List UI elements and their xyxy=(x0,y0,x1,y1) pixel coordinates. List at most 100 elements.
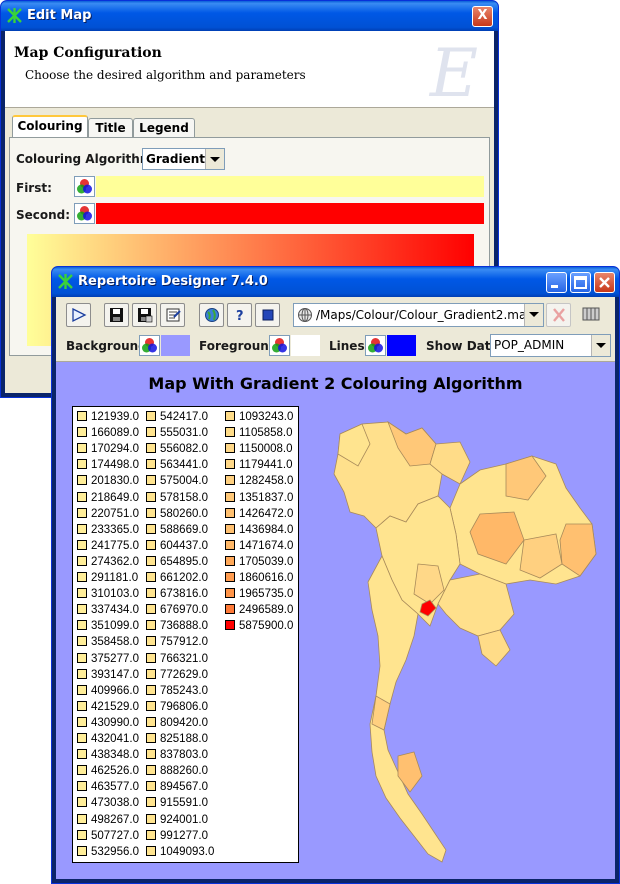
rgb-icon xyxy=(142,338,157,353)
legend-value: 580260.0 xyxy=(160,507,208,520)
help-button[interactable]: ? xyxy=(227,303,252,327)
background-color-swatch[interactable] xyxy=(161,335,190,356)
run-button[interactable] xyxy=(66,303,91,327)
properties-button[interactable] xyxy=(160,303,185,327)
legend-value: 1105858.0 xyxy=(239,427,293,440)
repertoire-client: ? /Maps/Colour/Colour_Gradient2.map Back… xyxy=(56,297,615,879)
first-color-swatch[interactable] xyxy=(96,176,484,197)
rgb-icon xyxy=(77,179,92,194)
foreground-color-picker[interactable] xyxy=(269,335,290,356)
show-data-select[interactable]: POP_ADMIN xyxy=(490,334,611,357)
map-path-select[interactable]: /Maps/Colour/Colour_Gradient2.map xyxy=(293,303,544,327)
legend-item: 121939.0 xyxy=(77,411,139,423)
legend-value: 563441.0 xyxy=(160,459,208,472)
legend-swatch xyxy=(77,765,87,776)
play-icon xyxy=(72,307,87,323)
maximize-button[interactable] xyxy=(570,272,591,293)
lines-color-swatch[interactable] xyxy=(387,335,416,356)
stop-button[interactable] xyxy=(255,303,280,327)
legend-value: 1860616.0 xyxy=(239,572,294,584)
algorithm-select[interactable]: Gradient2 xyxy=(142,148,225,170)
legend-item: 1179441.0 xyxy=(225,459,293,471)
legend-swatch xyxy=(77,555,87,566)
save-as-icon xyxy=(138,308,153,323)
second-color-swatch[interactable] xyxy=(96,203,484,224)
legend-value: 1965735.0 xyxy=(239,588,294,601)
close-icon: X xyxy=(477,8,488,23)
legend-swatch xyxy=(77,475,87,486)
legend-swatch xyxy=(146,475,156,486)
delete-button[interactable] xyxy=(546,303,571,327)
legend-swatch xyxy=(146,555,156,566)
chevron-down-icon[interactable] xyxy=(591,335,610,356)
legend-value: 170294.0 xyxy=(91,443,139,456)
legend-swatch xyxy=(77,459,87,470)
foreground-color-swatch[interactable] xyxy=(291,335,320,356)
legend-value: 375277.0 xyxy=(91,652,139,665)
legend-swatch xyxy=(225,411,235,421)
edit-map-titlebar[interactable]: Edit Map X xyxy=(1,1,498,31)
legend-item: 274362.0 xyxy=(77,555,139,568)
chevron-down-icon[interactable] xyxy=(205,149,224,169)
legend-swatch xyxy=(77,507,87,518)
legend-swatch xyxy=(225,523,235,534)
legend-value: 2496589.0 xyxy=(239,604,294,617)
legend-value: 588669.0 xyxy=(160,523,208,536)
second-color-picker[interactable] xyxy=(74,203,95,224)
legend-item: 757912.0 xyxy=(146,636,208,648)
legend-item: 837803.0 xyxy=(146,749,208,761)
legend-item: 604437.0 xyxy=(146,539,208,552)
save-button[interactable] xyxy=(104,303,129,327)
legend-item: 1965735.0 xyxy=(225,588,293,600)
legend-swatch xyxy=(146,652,156,663)
first-color-picker[interactable] xyxy=(74,176,95,197)
save-as-button[interactable] xyxy=(132,303,157,327)
legend-value: 1351837.0 xyxy=(239,491,294,504)
legend-item: 1426472.0 xyxy=(225,507,293,520)
legend-value: 1150008.0 xyxy=(239,443,293,456)
tab-colouring[interactable]: Colouring xyxy=(12,115,88,138)
tab-legend[interactable]: Legend xyxy=(133,118,195,137)
background-color-picker[interactable] xyxy=(139,335,160,356)
repertoire-titlebar[interactable]: Repertoire Designer 7.4.0 xyxy=(52,267,619,297)
lines-color-picker[interactable] xyxy=(365,335,386,356)
legend-swatch xyxy=(146,427,156,438)
legend-swatch xyxy=(77,700,87,711)
legend-value: 5875900.0 xyxy=(239,620,294,633)
chevron-down-icon[interactable] xyxy=(524,304,543,326)
legend-item: 462526.0 xyxy=(77,765,139,777)
legend-value: 757912.0 xyxy=(160,636,208,649)
minimize-button[interactable] xyxy=(546,272,567,293)
legend-swatch xyxy=(77,781,87,792)
legend-value: 1436984.0 xyxy=(239,523,294,536)
legend-swatch xyxy=(225,507,235,518)
map-canvas[interactable]: Map With Gradient 2 Colouring Algorithm … xyxy=(56,361,615,879)
legend-swatch xyxy=(146,749,156,760)
legend-value: 991277.0 xyxy=(160,829,208,842)
legend-item: 578158.0 xyxy=(146,491,208,504)
close-button[interactable]: X xyxy=(472,6,493,27)
thailand-map[interactable] xyxy=(310,404,610,884)
legend-value: 1049093.0 xyxy=(160,845,215,858)
legend-item: 1436984.0 xyxy=(225,523,294,536)
legend-swatch xyxy=(225,491,235,502)
tab-title[interactable]: Title xyxy=(88,118,133,137)
rgb-icon xyxy=(272,338,287,353)
legend-swatch xyxy=(77,539,87,550)
legend-swatch xyxy=(77,620,87,631)
columns-button[interactable] xyxy=(579,303,604,327)
legend-value: 894567.0 xyxy=(160,781,208,794)
legend-swatch xyxy=(146,459,156,470)
legend-value: 438348.0 xyxy=(91,749,139,762)
legend-item: 1471674.0 xyxy=(225,539,293,552)
legend-swatch xyxy=(146,411,156,421)
globe-button[interactable] xyxy=(199,303,224,327)
legend-item: 894567.0 xyxy=(146,781,208,793)
map-legend: 121939.0 166089.0 170294.0 174498.0 201830.0… xyxy=(72,406,299,863)
minimize-icon xyxy=(551,285,558,288)
legend-value: 174498.0 xyxy=(91,459,139,472)
legend-value: 1282458.0 xyxy=(239,475,294,488)
close-button[interactable] xyxy=(594,272,615,293)
legend-swatch xyxy=(77,684,87,695)
legend-item: 358458.0 xyxy=(77,636,139,648)
